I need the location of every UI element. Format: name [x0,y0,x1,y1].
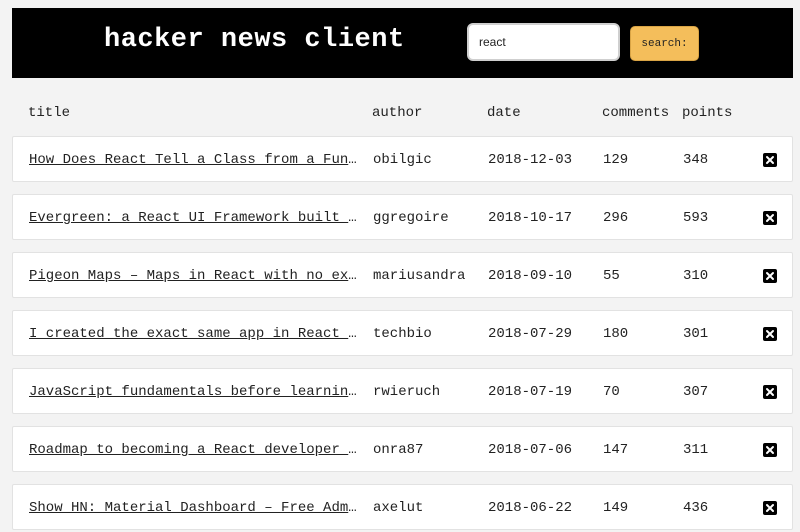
table-row: Evergreen: a React UI Framework built by… [12,194,793,240]
table-row: Show HN: Material Dashboard – Free Admin… [12,484,793,530]
search-input[interactable] [467,23,620,61]
story-points: 310 [683,268,709,284]
close-box-icon[interactable] [763,153,777,167]
story-date: 2018-12-03 [488,152,573,168]
table-row: How Does React Tell a Class from a Funct… [12,136,793,182]
column-header-points: points [682,105,733,121]
story-author: rwieruch [373,384,441,400]
close-box-icon[interactable] [763,327,777,341]
story-title-link[interactable]: Evergreen: a React UI Framework built by… [29,210,361,226]
close-box-icon[interactable] [763,443,777,457]
story-date: 2018-09-10 [488,268,573,284]
story-title-link[interactable]: Pigeon Maps – Maps in React with no exte… [29,268,361,284]
story-author: obilgic [373,152,432,168]
story-date: 2018-07-06 [488,442,573,458]
close-box-icon[interactable] [763,501,777,515]
story-points: 436 [683,500,709,516]
story-title-link[interactable]: Roadmap to becoming a React developer in… [29,442,361,458]
story-comments: 149 [603,500,629,516]
story-title-link[interactable]: Show HN: Material Dashboard – Free Admin… [29,500,361,516]
story-comments: 129 [603,152,629,168]
story-comments: 147 [603,442,629,458]
story-title-link[interactable]: How Does React Tell a Class from a Funct… [29,152,361,168]
story-author: techbio [373,326,432,342]
story-comments: 296 [603,210,629,226]
story-title-link[interactable]: JavaScript fundamentals before learning … [29,384,361,400]
column-header-comments: comments [602,105,670,121]
table-row: JavaScript fundamentals before learning … [12,368,793,414]
table-row: Pigeon Maps – Maps in React with no exte… [12,252,793,298]
story-date: 2018-07-19 [488,384,573,400]
story-comments: 180 [603,326,629,342]
table-row: I created the exact same app in React an… [12,310,793,356]
story-author: ggregoire [373,210,449,226]
story-author: axelut [373,500,424,516]
story-comments: 70 [603,384,620,400]
table-row: Roadmap to becoming a React developer in… [12,426,793,472]
story-points: 593 [683,210,709,226]
column-header-author: author [372,105,423,121]
story-date: 2018-10-17 [488,210,573,226]
story-points: 301 [683,326,709,342]
close-box-icon[interactable] [763,211,777,225]
story-points: 307 [683,384,709,400]
story-points: 311 [683,442,709,458]
story-title-link[interactable]: I created the exact same app in React an… [29,326,361,342]
search-button[interactable]: search: [630,26,699,61]
column-header-title: title [28,105,71,121]
app-header: hacker news client search: [12,8,793,78]
story-date: 2018-07-29 [488,326,573,342]
column-header-date: date [487,105,521,121]
story-points: 348 [683,152,709,168]
app-title: hacker news client [104,25,405,55]
close-box-icon[interactable] [763,269,777,283]
story-comments: 55 [603,268,620,284]
close-box-icon[interactable] [763,385,777,399]
story-date: 2018-06-22 [488,500,573,516]
story-author: onra87 [373,442,424,458]
story-author: mariusandra [373,268,466,284]
